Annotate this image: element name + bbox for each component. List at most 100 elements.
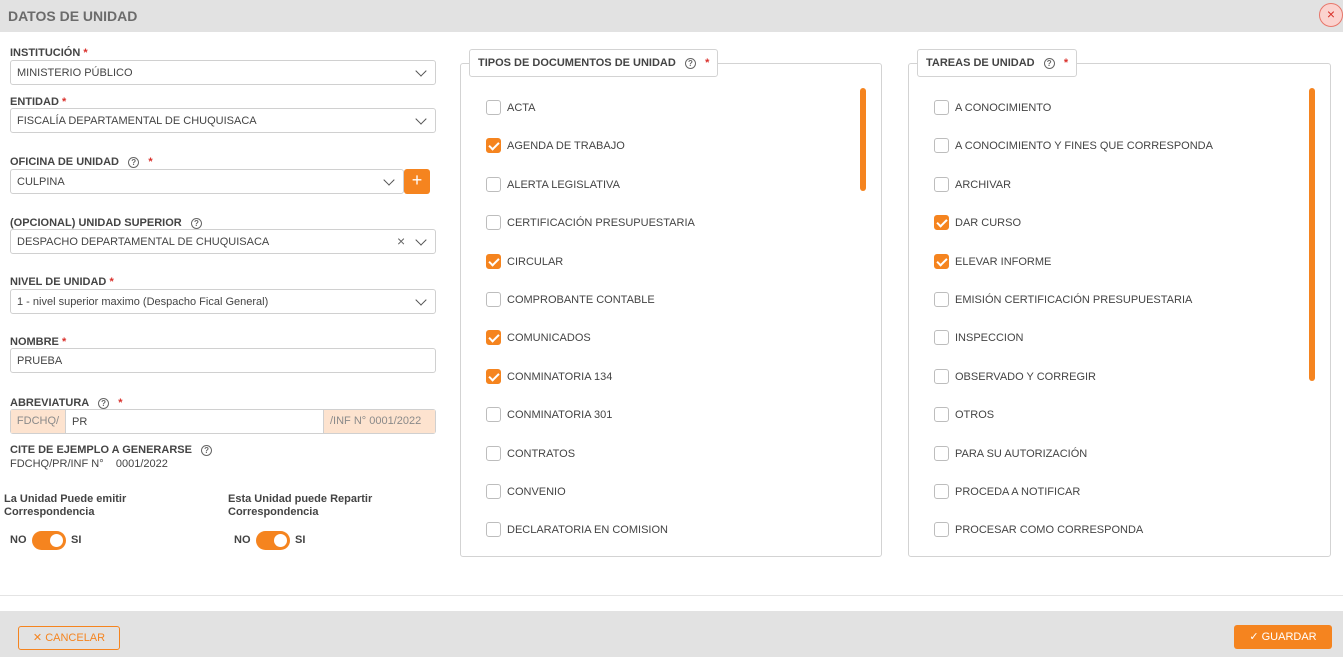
- tipos-documentos-legend: TIPOS DE DOCUMENTOS DE UNIDAD ? *: [469, 49, 719, 77]
- checkbox-checked-icon[interactable]: [486, 138, 501, 154]
- entidad-select[interactable]: FISCALÍA DEPARTAMENTAL DE CHUQUISACA: [10, 108, 436, 133]
- institucion-value: MINISTERIO PÚBLICO: [17, 67, 133, 79]
- switch-knob: [274, 534, 287, 547]
- abreviatura-prefix: FDCHQ/: [11, 410, 66, 433]
- abreviatura-value: PR: [72, 416, 88, 428]
- checkbox-unchecked-icon[interactable]: [486, 292, 501, 307]
- checkbox-unchecked-icon[interactable]: [934, 330, 949, 346]
- add-oficina-button[interactable]: +: [404, 169, 430, 194]
- checkbox-unchecked-icon[interactable]: [934, 368, 949, 384]
- checkbox-unchecked-icon[interactable]: [934, 176, 949, 192]
- close-icon[interactable]: ×: [1319, 3, 1343, 27]
- checkbox-unchecked-icon[interactable]: [934, 445, 949, 461]
- tipos-documentos-scrollbar[interactable]: [860, 88, 866, 191]
- required-mark: *: [83, 47, 88, 59]
- tipos-documentos-list: ACTA AGENDA DE TRABAJO ALERTA LEGISLATIVA C…: [486, 100, 856, 545]
- nombre-value: PRUEBA: [17, 355, 63, 367]
- chevron-down-icon: [415, 294, 427, 306]
- checkbox-unchecked-icon[interactable]: [486, 445, 501, 461]
- checkbox-label: EMISIÓN CERTIFICACIÓN PRESUPUESTARIA: [955, 294, 1193, 306]
- checkbox-unchecked-icon[interactable]: [934, 522, 949, 538]
- entidad-label: ENTIDAD *: [10, 96, 67, 108]
- unidad-superior-label: (OPCIONAL) UNIDAD SUPERIOR ?: [10, 217, 202, 229]
- nombre-input[interactable]: PRUEBA: [10, 348, 436, 373]
- entidad-value: FISCALÍA DEPARTAMENTAL DE CHUQUISACA: [17, 115, 257, 127]
- help-icon[interactable]: ?: [201, 445, 213, 456]
- checkbox-label: CERTIFICACIÓN PRESUPUESTARIA: [507, 217, 695, 230]
- checkbox-checked-icon[interactable]: [934, 215, 949, 231]
- cite-label: CITE DE EJEMPLO A GENERARSE ?: [10, 444, 213, 456]
- checkbox-label: ARCHIVAR: [955, 178, 1012, 191]
- checkbox-unchecked-icon[interactable]: [934, 292, 949, 307]
- checkbox-unchecked-icon[interactable]: [486, 522, 501, 538]
- checkbox-checked-icon[interactable]: [486, 330, 501, 346]
- tareas-scrollbar[interactable]: [1309, 88, 1315, 381]
- checkbox-label: ALERTA LEGISLATIVA: [507, 178, 620, 191]
- required-mark: *: [109, 276, 114, 288]
- checkbox-label: AGENDA DE TRABAJO: [507, 140, 625, 153]
- checkbox-unchecked-icon[interactable]: [486, 407, 501, 423]
- checkbox-unchecked-icon[interactable]: [486, 484, 501, 499]
- help-icon[interactable]: ?: [128, 157, 140, 168]
- checkbox-checked-icon[interactable]: [934, 253, 949, 269]
- required-mark: *: [148, 156, 153, 168]
- checkbox-label: DAR CURSO: [955, 217, 1022, 230]
- help-icon[interactable]: ?: [684, 58, 696, 69]
- checkbox-label: COMUNICADOS: [507, 332, 591, 345]
- required-mark: *: [705, 57, 710, 69]
- checkbox-unchecked-icon[interactable]: [486, 176, 501, 192]
- chevron-down-icon: [415, 113, 427, 125]
- cancel-button[interactable]: ✕ CANCELAR: [18, 626, 120, 650]
- dialog-header: DATOS DE UNIDAD ×: [0, 0, 1343, 32]
- checkbox-unchecked-icon[interactable]: [934, 138, 949, 154]
- toggle-repartir-on-label: SI: [295, 534, 306, 546]
- toggle-repartir-switch[interactable]: [256, 531, 290, 550]
- cite-value: FDCHQ/PR/INF N° 0001/2022: [10, 458, 168, 470]
- checkbox-label: CONVENIO: [507, 486, 566, 498]
- checkbox-unchecked-icon[interactable]: [934, 100, 949, 115]
- institucion-select[interactable]: MINISTERIO PÚBLICO: [10, 60, 436, 85]
- checkbox-label: ACTA: [507, 102, 536, 114]
- unidad-superior-value: DESPACHO DEPARTAMENTAL DE CHUQUISACA: [17, 236, 270, 248]
- help-icon[interactable]: ?: [98, 398, 110, 409]
- help-icon[interactable]: ?: [190, 218, 202, 229]
- nombre-label: NOMBRE *: [10, 336, 67, 348]
- toggle-repartir-off-label: NO: [234, 534, 251, 546]
- nivel-label: NIVEL DE UNIDAD *: [10, 276, 114, 288]
- checkbox-label: OTROS: [955, 409, 995, 422]
- oficina-select[interactable]: CULPINA: [10, 169, 404, 194]
- toggle-emitir-switch[interactable]: [32, 531, 66, 550]
- checkbox-checked-icon[interactable]: [486, 253, 501, 269]
- toggle-emitir-label: La Unidad Puede emitir Correspondencia: [4, 493, 127, 518]
- checkbox-label: INSPECCION: [955, 332, 1024, 345]
- help-icon[interactable]: ?: [1043, 58, 1055, 69]
- checkbox-unchecked-icon[interactable]: [486, 215, 501, 231]
- required-mark: *: [61, 96, 67, 108]
- checkbox-label: CONMINATORIA 301: [507, 409, 613, 422]
- checkbox-unchecked-icon[interactable]: [486, 100, 501, 115]
- unidad-superior-select[interactable]: DESPACHO DEPARTAMENTAL DE CHUQUISACA ×: [10, 229, 436, 254]
- checkbox-label: ELEVAR INFORME: [955, 255, 1052, 268]
- checkbox-label: A CONOCIMIENTO: [955, 102, 1052, 114]
- save-button[interactable]: ✓ GUARDAR: [1234, 625, 1332, 649]
- checkbox-unchecked-icon[interactable]: [934, 407, 949, 423]
- abreviatura-label: ABREVIATURA ? *: [10, 397, 123, 409]
- toggle-emitir-off-label: NO: [10, 534, 27, 546]
- clear-icon[interactable]: ×: [397, 233, 405, 249]
- checkbox-unchecked-icon[interactable]: [934, 484, 949, 499]
- dialog-title: DATOS DE UNIDAD: [8, 8, 138, 24]
- chevron-down-icon: [415, 65, 427, 77]
- switch-knob: [50, 534, 63, 547]
- abreviatura-input[interactable]: FDCHQ/ PR /INF N° 0001/2022: [10, 409, 436, 434]
- checkbox-checked-icon[interactable]: [486, 368, 501, 384]
- chevron-down-icon: [415, 234, 427, 246]
- nivel-select[interactable]: 1 - nivel superior maximo (Despacho Fica…: [10, 289, 436, 314]
- oficina-label: OFICINA DE UNIDAD ? *: [10, 156, 153, 168]
- checkbox-label: OBSERVADO Y CORREGIR: [955, 370, 1097, 383]
- abreviatura-suffix: /INF N° 0001/2022: [323, 410, 435, 433]
- toggle-emitir-on-label: SI: [71, 534, 82, 546]
- checkbox-label: CONTRATOS: [507, 447, 576, 460]
- checkbox-label: CONMINATORIA 134: [507, 370, 613, 383]
- tareas-legend: TAREAS DE UNIDAD ? *: [917, 49, 1078, 77]
- checkbox-label: PROCESAR COMO CORRESPONDA: [955, 524, 1144, 537]
